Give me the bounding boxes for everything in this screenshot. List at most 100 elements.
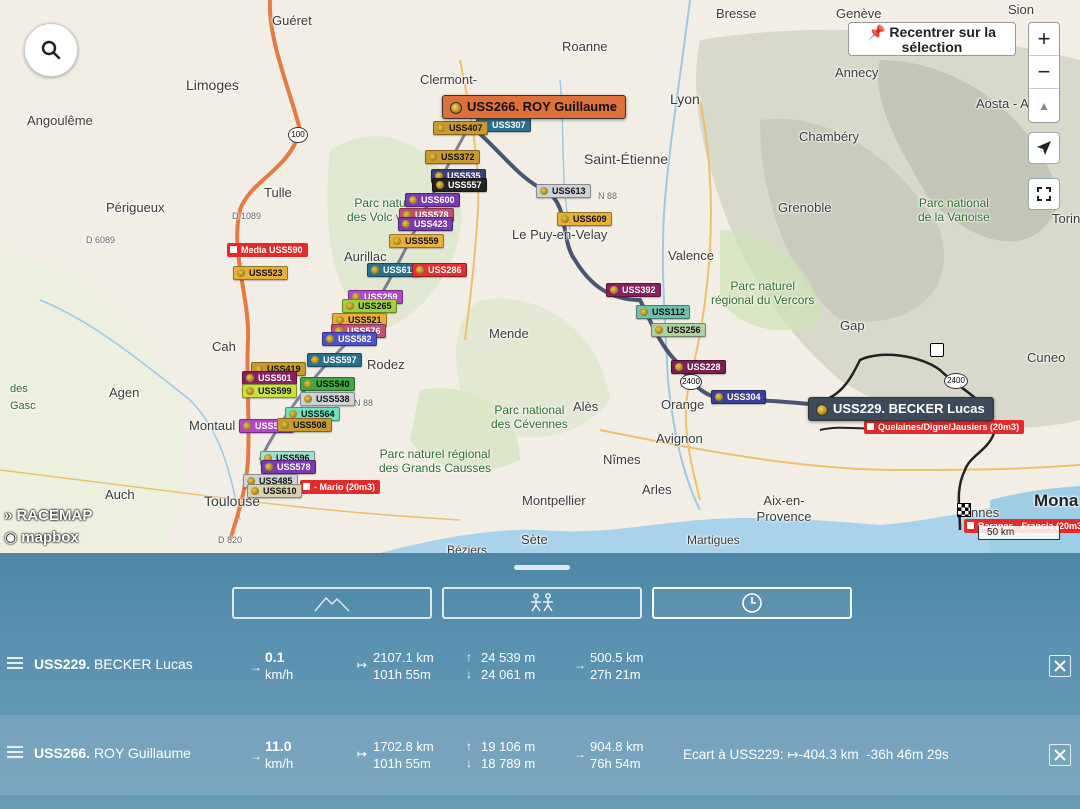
- rider-tag[interactable]: USS578: [261, 460, 316, 474]
- rider-tag[interactable]: USS557: [432, 178, 487, 192]
- distance-icon: ↦: [357, 658, 368, 672]
- place-label: Cuneo: [1027, 350, 1066, 365]
- rider-tag[interactable]: USS609: [557, 212, 612, 226]
- elevation-cell: ↑ ↓ 19 106 m 18 789 m: [466, 739, 536, 771]
- rider-tag[interactable]: USS304: [711, 390, 766, 404]
- remaining-cell: → 500.5 km 27h 21m: [574, 650, 644, 682]
- rider-label-uss266[interactable]: USS266. ROY Guillaume: [442, 95, 627, 119]
- rider-tag[interactable]: USS610: [247, 484, 302, 498]
- place-label: Arles: [642, 482, 672, 497]
- rider-tag[interactable]: USS600: [405, 193, 460, 207]
- place-label: Angoulême: [27, 113, 93, 128]
- speed-arrow-icon: →: [250, 660, 262, 674]
- rider-tag[interactable]: USS228: [671, 360, 726, 374]
- rider-name: USS229. BECKER Lucas: [34, 656, 193, 672]
- place-label: Le Puy-en-Velay: [512, 227, 608, 242]
- rider-tag[interactable]: USS559: [389, 234, 444, 248]
- rider-tag[interactable]: USS112: [636, 305, 691, 319]
- recenter-button[interactable]: 📌 Recentrer sur la sélection: [848, 22, 1016, 56]
- drag-handle-icon[interactable]: [7, 657, 23, 669]
- rider-tag[interactable]: USS582: [322, 332, 377, 346]
- place-label: Sion: [1008, 2, 1035, 17]
- panel-drag-handle[interactable]: [514, 565, 570, 570]
- map-attribution[interactable]: » RACEMAP ◉ mapbox: [4, 505, 92, 549]
- rider-tag[interactable]: USS256: [651, 323, 706, 337]
- close-icon: [1054, 660, 1066, 672]
- place-label: Bresse: [716, 6, 757, 21]
- rider-name: USS266. ROY Guillaume: [34, 745, 191, 761]
- distance-icon: ↦: [787, 747, 799, 762]
- rider-label-uss229[interactable]: USS229. BECKER Lucas: [808, 397, 994, 421]
- place-label: Clermont-: [420, 72, 478, 87]
- rider-row[interactable]: USS266. ROY Guillaume → 11.0 km/h ↦ 1702…: [0, 715, 1080, 795]
- distance-cell: ↦ 2107.1 km 101h 55m: [357, 650, 434, 682]
- road-label: N 88: [354, 398, 374, 408]
- drag-handle-icon[interactable]: [7, 746, 23, 758]
- fullscreen-button[interactable]: [1028, 178, 1060, 210]
- speed-arrow-icon: →: [250, 749, 262, 763]
- place-label: Grenoble: [778, 200, 832, 215]
- finish-flag-icon: [957, 503, 971, 517]
- map-view[interactable]: Guéret Limoges Angoulême Tulle Périgueux…: [0, 0, 1080, 553]
- road-label: D 1089: [232, 211, 262, 221]
- place-label: Annecy: [835, 65, 879, 80]
- road-shield: 2400: [944, 373, 968, 389]
- racemap-logo: » RACEMAP: [4, 507, 93, 524]
- remove-rider-button[interactable]: [1049, 744, 1071, 766]
- mode-riders-button[interactable]: [442, 587, 642, 619]
- rider-tag[interactable]: USS423: [398, 217, 453, 231]
- remaining-arrow-icon: →: [574, 747, 586, 761]
- rider-tag[interactable]: USS265: [342, 299, 397, 313]
- checkpoint-tag[interactable]: Quelaines/Digne/Jausiers (20m3): [864, 420, 1025, 434]
- compass-button[interactable]: ▲: [1029, 89, 1059, 122]
- park-label: Parc national des Cévennes: [491, 403, 568, 431]
- locate-button[interactable]: [1028, 132, 1060, 164]
- mode-elevation-button[interactable]: [232, 587, 432, 619]
- rider-tag[interactable]: USS538: [300, 392, 355, 406]
- rider-tag[interactable]: USS392: [606, 283, 661, 297]
- place-label: Nîmes: [603, 452, 641, 467]
- descent-icon: ↓: [466, 667, 472, 681]
- search-button[interactable]: [24, 23, 78, 77]
- road-label: des: [10, 383, 28, 395]
- rider-tag[interactable]: USS599: [242, 384, 297, 398]
- rider-tag[interactable]: USS407: [433, 121, 488, 135]
- place-label: Tulle: [264, 185, 292, 200]
- place-label: Limoges: [186, 77, 239, 93]
- road-shield: 2400: [680, 374, 702, 390]
- mapbox-logo: ◉ mapbox: [4, 529, 79, 546]
- riders-icon: [531, 593, 553, 612]
- rider-tag[interactable]: USS286: [412, 263, 467, 277]
- zoom-out-button[interactable]: −: [1029, 56, 1059, 89]
- zoom-in-button[interactable]: +: [1029, 23, 1059, 56]
- road-label: N 88: [598, 191, 618, 201]
- place-label: nnes: [971, 505, 1000, 520]
- place-label: Aix-en-Provence: [756, 493, 812, 524]
- ascent-icon: ↑: [466, 739, 472, 753]
- rider-tag[interactable]: USS613: [536, 184, 591, 198]
- mode-time-button[interactable]: [652, 587, 852, 619]
- place-label: Gap: [840, 318, 865, 333]
- rider-row[interactable]: USS229. BECKER Lucas → 0.1 km/h ↦ 2107.1…: [0, 626, 1080, 706]
- gap-distance: -404.3 km: [798, 747, 859, 762]
- park-label: Parc naturel régional du Vercors: [711, 279, 815, 307]
- rider-tag[interactable]: USS372: [425, 150, 480, 164]
- fullscreen-icon: [1037, 187, 1051, 201]
- descent-icon: ↓: [466, 756, 472, 770]
- rider-tag[interactable]: USS508: [277, 418, 332, 432]
- road-label: D 820: [218, 535, 243, 545]
- map-basemap: [0, 0, 1080, 553]
- checkpoint-tag[interactable]: Media USS590: [227, 243, 308, 257]
- checkpoint-tag[interactable]: - Mario (20m3): [300, 480, 381, 494]
- place-label: Auch: [105, 487, 135, 502]
- rider-tag[interactable]: USS597: [307, 353, 362, 367]
- place-label: Aurillac: [344, 249, 387, 264]
- place-label: Cah: [212, 339, 236, 354]
- rider-tag[interactable]: USS523: [233, 266, 288, 280]
- remove-rider-button[interactable]: [1049, 655, 1071, 677]
- rider-tag[interactable]: USS540: [300, 377, 355, 391]
- rider-tag[interactable]: USS501: [242, 371, 297, 385]
- pin-icon: 📌: [868, 24, 886, 40]
- speed-cell: → 11.0 km/h: [250, 738, 294, 771]
- place-label: Montpellier: [522, 493, 586, 508]
